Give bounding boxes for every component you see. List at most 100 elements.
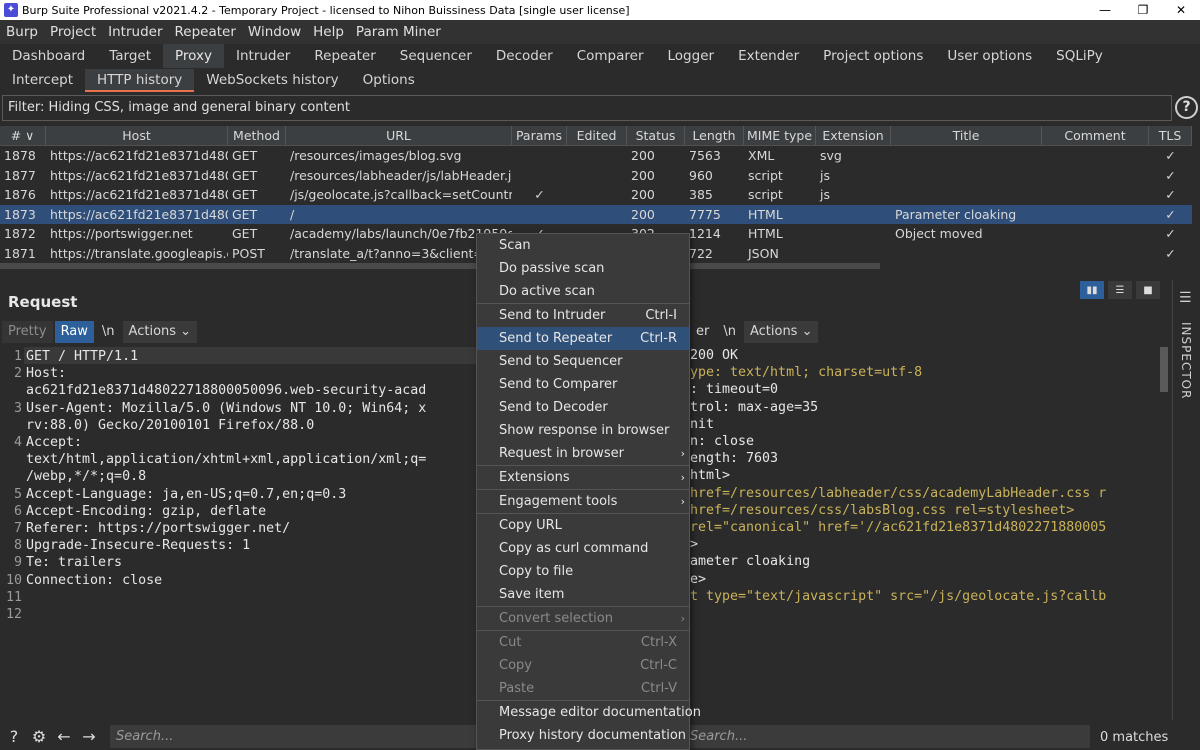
request-tool-raw[interactable]: Raw: [54, 321, 94, 343]
table-row[interactable]: 1873 https://ac621fd21e8371d480... GET / 200…: [0, 204, 1192, 225]
vertical-scrollbar[interactable]: [1160, 347, 1168, 717]
tab-target[interactable]: Target: [97, 44, 163, 68]
menu-item-scan[interactable]: Scan: [477, 234, 689, 257]
help-circle-icon[interactable]: ?: [3, 726, 25, 748]
menu-item-copy-to-file[interactable]: Copy to file: [477, 560, 689, 583]
column-header[interactable]: TLS: [1149, 126, 1192, 145]
menu-param-miner[interactable]: Param Miner: [350, 24, 447, 40]
tab-logger[interactable]: Logger: [656, 44, 727, 68]
tab-dashboard[interactable]: Dashboard: [0, 44, 97, 68]
response-tool-1[interactable]: \n: [717, 321, 742, 343]
scrollbar-thumb[interactable]: [1160, 347, 1168, 392]
menu-item-engagement-tools[interactable]: Engagement tools ›: [477, 490, 689, 513]
subtab-websockets-history[interactable]: WebSockets history: [194, 69, 350, 92]
single-pane-icon[interactable]: ■: [1136, 281, 1160, 299]
table-cell: 200: [631, 148, 655, 163]
help-icon[interactable]: ?: [1175, 96, 1198, 119]
column-header[interactable]: Length: [685, 126, 744, 145]
menu-lines-icon[interactable]: ☰: [1179, 290, 1192, 306]
column-header[interactable]: MIME type: [744, 126, 816, 145]
tab-comparer[interactable]: Comparer: [565, 44, 656, 68]
forward-arrow-icon[interactable]: →: [78, 726, 100, 748]
response-tool-0[interactable]: er: [690, 321, 715, 343]
request-editor[interactable]: 1 GET / HTTP/1.1 2 Host: ac621fd21e8371d4802…: [0, 347, 478, 719]
menu-item-save-item[interactable]: Save item: [477, 583, 689, 606]
menu-item-proxy-history-documentation[interactable]: Proxy history documentation: [477, 724, 689, 747]
chevron-right-icon: ›: [680, 495, 685, 508]
request-tool-pretty[interactable]: Pretty: [2, 321, 53, 343]
subtab-intercept[interactable]: Intercept: [0, 69, 85, 92]
menu-item-send-to-intruder[interactable]: Send to Intruder Ctrl-I: [477, 304, 689, 327]
menu-item-send-to-repeater[interactable]: Send to Repeater Ctrl-R: [477, 327, 689, 350]
tab-extender[interactable]: Extender: [726, 44, 811, 68]
request-search-input[interactable]: Search...: [110, 725, 480, 748]
menu-item-send-to-comparer[interactable]: Send to Comparer: [477, 373, 689, 396]
tab-proxy[interactable]: Proxy: [163, 44, 224, 68]
response-tool-2[interactable]: Actions ⌄: [743, 321, 819, 343]
menu-item-send-to-sequencer[interactable]: Send to Sequencer: [477, 350, 689, 373]
table-cell: /js/geolocate.js?callback=setCountry...: [290, 187, 512, 203]
menu-item-copy-as-curl-command[interactable]: Copy as curl command: [477, 537, 689, 560]
column-header[interactable]: Edited: [567, 126, 627, 145]
column-header[interactable]: # ∨: [0, 126, 46, 145]
column-header[interactable]: URL: [286, 126, 512, 145]
menu-item-shortcut: Ctrl-I: [645, 308, 677, 323]
menu-repeater[interactable]: Repeater: [169, 24, 242, 40]
column-header[interactable]: Method: [228, 126, 286, 145]
table-cell: [512, 166, 567, 186]
menu-item-message-editor-documentation[interactable]: Message editor documentation: [477, 701, 701, 724]
menu-burp[interactable]: Burp: [0, 24, 44, 40]
subtab-options[interactable]: Options: [351, 69, 427, 92]
tab-sqlipy[interactable]: SQLiPy: [1044, 44, 1115, 68]
minimize-button[interactable]: —: [1086, 0, 1124, 20]
column-header[interactable]: Params: [512, 126, 567, 145]
menu-item-request-in-browser[interactable]: Request in browser ›: [477, 442, 689, 465]
subtab-http-history[interactable]: HTTP history: [84, 69, 195, 92]
layout-buttons: ▮▮ ☰ ■: [1080, 281, 1164, 299]
split-rows-icon[interactable]: ☰: [1108, 281, 1132, 299]
table-row[interactable]: 1877 https://ac621fd21e8371d480... GET/res…: [0, 166, 1192, 186]
menu-item-do-active-scan[interactable]: Do active scan: [477, 280, 689, 303]
request-tool-newline[interactable]: \n: [96, 321, 121, 343]
column-header[interactable]: Title: [891, 126, 1042, 145]
tab-decoder[interactable]: Decoder: [484, 44, 565, 68]
menu-help[interactable]: Help: [307, 24, 350, 40]
close-button[interactable]: ✕: [1162, 0, 1200, 20]
menu-window[interactable]: Window: [242, 24, 307, 40]
filter-bar[interactable]: Filter: Hiding CSS, image and general bi…: [2, 95, 1172, 121]
table-cell: [567, 185, 627, 205]
maximize-button[interactable]: ❐: [1124, 0, 1162, 20]
menu-item-send-to-decoder[interactable]: Send to Decoder: [477, 396, 689, 419]
line-number: 9: [13, 555, 22, 571]
gear-icon[interactable]: ⚙: [28, 726, 50, 748]
column-header[interactable]: Comment: [1042, 126, 1149, 145]
tab-intruder[interactable]: Intruder: [224, 44, 302, 68]
back-arrow-icon[interactable]: ←: [53, 726, 75, 748]
split-columns-icon[interactable]: ▮▮: [1080, 281, 1104, 299]
response-search-input[interactable]: Search...: [690, 725, 1090, 748]
column-header[interactable]: Status: [627, 126, 685, 145]
menu-item-show-response-in-browser[interactable]: Show response in browser: [477, 419, 689, 442]
tab-project-options[interactable]: Project options: [811, 44, 935, 68]
column-header[interactable]: Extension: [816, 126, 891, 145]
tab-sequencer[interactable]: Sequencer: [388, 44, 484, 68]
response-editor[interactable]: 200 OK ype: text/html; charset=utf-8: tim…: [690, 347, 1160, 719]
menu-item-extensions[interactable]: Extensions ›: [477, 466, 689, 489]
sub-tabs: Intercept HTTP history WebSockets history O…: [0, 69, 1200, 92]
column-header[interactable]: Host: [46, 126, 228, 145]
horizontal-scrollbar[interactable]: [0, 263, 880, 269]
menu-item-copy-url[interactable]: Copy URL: [477, 514, 689, 537]
menu-project[interactable]: Project: [44, 24, 102, 40]
menu-item-label: Do active scan: [499, 284, 595, 299]
tab-repeater[interactable]: Repeater: [302, 44, 387, 68]
tab-user-options[interactable]: User options: [935, 44, 1044, 68]
table-row[interactable]: 1876 https://ac621fd21e8371d480... GET/js/…: [0, 185, 1192, 205]
inspector-panel[interactable]: ☰ INSPECTOR: [1172, 280, 1200, 720]
table-cell: POST: [232, 245, 265, 261]
menu-intruder[interactable]: Intruder: [102, 24, 168, 40]
table-cell: 1214: [689, 226, 721, 242]
request-tool-actions[interactable]: Actions ⌄: [122, 321, 198, 343]
table-row[interactable]: 1878 https://ac621fd21e8371d480... GET/res…: [0, 146, 1192, 166]
table-cell: ✓: [1165, 226, 1176, 242]
menu-item-do-passive-scan[interactable]: Do passive scan: [477, 257, 689, 280]
